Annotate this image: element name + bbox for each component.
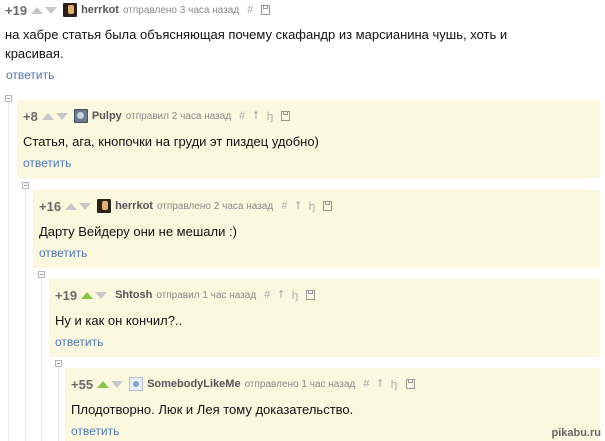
downvote-icon[interactable]: [45, 6, 58, 14]
hash-icon[interactable]: #: [281, 200, 287, 212]
save-icon[interactable]: [281, 111, 291, 121]
upvote-icon[interactable]: [41, 112, 54, 120]
parent-arrow-icon[interactable]: ⭡: [377, 378, 382, 391]
downvote-icon[interactable]: [95, 291, 108, 299]
save-icon[interactable]: [306, 290, 316, 300]
hash-icon[interactable]: #: [264, 289, 270, 301]
collapse-toggle[interactable]: [55, 360, 62, 367]
avatar[interactable]: [63, 3, 78, 17]
downvote-icon[interactable]: [111, 380, 124, 388]
avatar[interactable]: [73, 109, 88, 123]
thread-icon[interactable]: ꜧ: [291, 289, 298, 302]
thread-line: [41, 275, 42, 441]
upvote-icon[interactable]: [65, 202, 78, 210]
reply-link[interactable]: ответить: [39, 246, 87, 260]
comment-text: Плодотворно. Люк и Лея тому доказательст…: [71, 402, 354, 417]
comment-text: Ну и как он кончил?..: [55, 313, 183, 328]
reply-link[interactable]: ответить: [6, 68, 54, 82]
username[interactable]: herrkot: [81, 4, 119, 16]
comment-time[interactable]: отправил 2 часа назад: [126, 111, 231, 122]
downvote-icon[interactable]: [55, 112, 68, 120]
comment-rating: +19: [55, 287, 78, 303]
comment-rating: +19: [5, 2, 28, 18]
comment-rating: +55: [71, 376, 94, 392]
hash-icon[interactable]: #: [239, 110, 245, 122]
thread-line: [58, 364, 59, 441]
downvote-icon[interactable]: [79, 202, 92, 210]
username[interactable]: herrkot: [115, 200, 153, 212]
reply-link[interactable]: ответить: [23, 156, 71, 170]
comment-text: на хабре статья была объясняющая почему …: [5, 27, 508, 61]
upvote-icon[interactable]: [31, 6, 44, 14]
comment-text: Статья, ага, кнопочки на груди эт пиздец…: [23, 134, 319, 149]
comment-header: +16 herrkot отправлено 2 часа назад # ⭡ …: [39, 196, 333, 216]
comment-header: +55 SomebodyLikeMe отправлено 1 час наза…: [71, 374, 415, 394]
hash-icon[interactable]: #: [363, 378, 369, 390]
thread-icon[interactable]: ꜧ: [266, 110, 273, 123]
save-icon[interactable]: [405, 379, 415, 389]
comment-time[interactable]: отправлено 1 час назад: [245, 379, 356, 390]
username[interactable]: Shtosh: [115, 289, 152, 301]
username[interactable]: Pulpy: [92, 110, 122, 122]
avatar[interactable]: [129, 377, 144, 391]
parent-arrow-icon[interactable]: ⭡: [295, 200, 300, 213]
hash-icon[interactable]: #: [247, 4, 253, 16]
watermark: pikabu.ru: [551, 427, 601, 439]
thread-icon[interactable]: ꜧ: [308, 200, 315, 213]
comment-text: Дарту Вейдеру они не мешали :): [39, 224, 237, 239]
parent-arrow-icon[interactable]: ⭡: [278, 289, 283, 302]
comment-header: +8 Pulpy отправил 2 часа назад # ⭡ ꜧ: [23, 106, 291, 126]
upvote-icon[interactable]: [97, 380, 110, 388]
reply-link[interactable]: ответить: [55, 335, 103, 349]
comment-rating: +8: [23, 108, 38, 124]
comment-rating: +16: [39, 198, 62, 214]
thread-line: [8, 100, 9, 441]
collapse-toggle[interactable]: [38, 271, 45, 278]
upvote-icon[interactable]: [81, 291, 94, 299]
save-icon[interactable]: [323, 201, 333, 211]
thread-line: [25, 186, 26, 441]
collapse-toggle[interactable]: [22, 182, 29, 189]
username[interactable]: SomebodyLikeMe: [147, 378, 241, 390]
save-icon[interactable]: [261, 5, 271, 15]
comment: +55 SomebodyLikeMe отправлено 1 час наза…: [65, 368, 600, 441]
comment-time[interactable]: отправлено 2 часа назад: [157, 201, 273, 212]
thread-icon[interactable]: ꜧ: [391, 378, 398, 391]
comment: +19 Shtosh отправил 1 час назад # ⭡ ꜧ Ну…: [49, 279, 600, 357]
comment-header: +19 herrkot отправлено 3 часа назад #: [5, 0, 271, 20]
comment-time[interactable]: отправил 1 час назад: [156, 290, 256, 301]
comment: +8 Pulpy отправил 2 часа назад # ⭡ ꜧ Ста…: [17, 100, 600, 178]
comment-header: +19 Shtosh отправил 1 час назад # ⭡ ꜧ: [55, 285, 316, 305]
parent-arrow-icon[interactable]: ⭡: [253, 110, 258, 123]
collapse-toggle[interactable]: [5, 95, 12, 102]
avatar[interactable]: [97, 199, 112, 213]
comment: +19 herrkot отправлено 3 часа назад # на…: [5, 0, 600, 88]
comment: +16 herrkot отправлено 2 часа назад # ⭡ …: [33, 190, 600, 268]
comment-time[interactable]: отправлено 3 часа назад: [123, 5, 239, 16]
reply-link[interactable]: ответить: [71, 424, 119, 438]
